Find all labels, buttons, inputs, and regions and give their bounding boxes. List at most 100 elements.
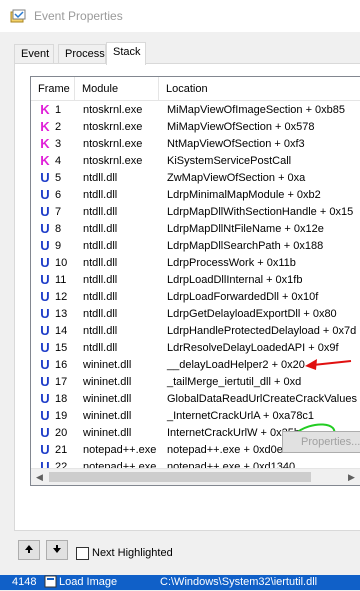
stack-frame-row[interactable]: U 6 ntdll.dll LdrpMinimalMapModule + 0xb2: [31, 187, 360, 204]
stack-frame-row[interactable]: K 3 ntoskrnl.exe NtMapViewOfSection + 0xf3: [31, 136, 360, 153]
frame-module: wininet.dll: [83, 359, 132, 371]
window-title: Event Properties: [34, 9, 123, 23]
tab-event[interactable]: Event: [14, 44, 54, 64]
stack-frame-row[interactable]: U 16 wininet.dll __delayLoadHelper2 + 0x20: [31, 357, 360, 374]
frame-module: ntdll.dll: [83, 223, 118, 235]
column-header-location[interactable]: Location: [159, 77, 360, 101]
frame-module: ntdll.dll: [83, 325, 118, 337]
user-frame-icon: U: [40, 187, 50, 202]
frame-number: 1: [55, 104, 62, 116]
frame-location: LdrpMapDllNtFileName + 0x12e: [167, 223, 324, 235]
frame-module: ntdll.dll: [83, 291, 118, 303]
frame-location: LdrpMinimalMapModule + 0xb2: [167, 189, 321, 201]
frame-number: 10: [55, 257, 68, 269]
stack-frame-row[interactable]: U 10 ntdll.dll LdrpProcessWork + 0x11b: [31, 255, 360, 272]
user-frame-icon: U: [40, 238, 50, 253]
event-operation: Load Image: [59, 576, 118, 588]
frame-number: 2: [55, 121, 62, 133]
frame-number: 15: [55, 342, 68, 354]
frame-number: 6: [55, 189, 62, 201]
stack-frame-row[interactable]: U 18 wininet.dll GlobalDataReadUrlCreateCra…: [31, 391, 360, 408]
frame-number: 8: [55, 223, 62, 235]
stack-frame-row[interactable]: K 4 ntoskrnl.exe KiSystemServicePostCall: [31, 153, 360, 170]
title-bar: Event Properties: [0, 0, 360, 32]
tab-stack[interactable]: Stack: [106, 42, 146, 65]
list-header: Frame Module Location: [31, 77, 360, 101]
frame-location: LdrpLoadForwardedDll + 0x10f: [167, 291, 319, 303]
frame-module: wininet.dll: [83, 410, 132, 422]
frame-number: 5: [55, 172, 62, 184]
user-frame-icon: U: [40, 425, 50, 440]
stack-frame-row[interactable]: U 9 ntdll.dll LdrpMapDllSearchPath + 0x188: [31, 238, 360, 255]
frame-module: ntdll.dll: [83, 308, 118, 320]
stack-frame-row[interactable]: U 15 ntdll.dll LdrResolveDelayLoadedAPI + 0…: [31, 340, 360, 357]
frame-number: 20: [55, 427, 68, 439]
frame-module: wininet.dll: [83, 427, 132, 439]
column-header-frame[interactable]: Frame: [31, 77, 75, 101]
user-frame-icon: U: [40, 323, 50, 338]
frame-number: 13: [55, 308, 68, 320]
frame-module: ntdll.dll: [83, 172, 118, 184]
frame-location: InternetCrackUrlW + 0x25b: [167, 427, 300, 439]
frame-module: ntdll.dll: [83, 342, 118, 354]
stack-frame-row[interactable]: U 7 ntdll.dll LdrpMapDllWithSectionHandle +…: [31, 204, 360, 221]
frame-number: 9: [55, 240, 62, 252]
frame-module: ntdll.dll: [83, 257, 118, 269]
column-header-module[interactable]: Module: [75, 77, 159, 101]
properties-button[interactable]: Properties...: [282, 431, 360, 453]
kernel-frame-icon: K: [40, 136, 50, 151]
frame-number: 11: [55, 274, 67, 286]
user-frame-icon: U: [40, 221, 50, 236]
frame-location: __delayLoadHelper2 + 0x20: [167, 359, 305, 371]
scroll-right-icon[interactable]: ▶: [343, 469, 360, 485]
stack-frame-row[interactable]: U 19 wininet.dll _InternetCrackUrlA + 0xa78…: [31, 408, 360, 425]
frame-module: ntoskrnl.exe: [83, 138, 143, 150]
previous-event-button[interactable]: [18, 540, 40, 560]
frame-number: 17: [55, 376, 68, 388]
stack-frame-row[interactable]: U 11 ntdll.dll LdrpLoadDllInternal + 0x1fb: [31, 272, 360, 289]
column-header-location-label: Location: [166, 83, 208, 95]
stack-frame-row[interactable]: U 12 ntdll.dll LdrpLoadForwardedDll + 0x10f: [31, 289, 360, 306]
process-monitor-icon: [10, 8, 26, 27]
stack-frame-row[interactable]: U 13 ntdll.dll LdrpGetDelayloadExportDll + …: [31, 306, 360, 323]
stack-frame-row[interactable]: U 8 ntdll.dll LdrpMapDllNtFileName + 0x12e: [31, 221, 360, 238]
frame-module: notepad++.exe: [83, 444, 157, 456]
horizontal-scrollbar[interactable]: ◀ ▶: [31, 468, 360, 485]
stack-rows: K 1 ntoskrnl.exe MiMapViewOfImageSection + …: [31, 102, 360, 476]
stack-frame-row[interactable]: U 17 wininet.dll _tailMerge_iertutil_dll + …: [31, 374, 360, 391]
up-arrow-icon: [24, 544, 34, 557]
stack-frame-row[interactable]: K 1 ntoskrnl.exe MiMapViewOfImageSection + …: [31, 102, 360, 119]
frame-location: GlobalDataReadUrlCreateCrackValues +: [167, 393, 360, 405]
scrollbar-thumb[interactable]: [49, 472, 311, 482]
kernel-frame-icon: K: [40, 102, 50, 117]
down-arrow-icon: [52, 544, 62, 557]
stack-frame-row[interactable]: U 14 ntdll.dll LdrpHandleProtectedDelayload…: [31, 323, 360, 340]
user-frame-icon: U: [40, 272, 50, 287]
stack-list[interactable]: Frame Module Location K 1 ntoskrnl.exe MiMa…: [30, 76, 360, 486]
frame-location: MiMapViewOfSection + 0x578: [167, 121, 315, 133]
frame-location: LdrpGetDelayloadExportDll + 0x80: [167, 308, 337, 320]
frame-module: ntdll.dll: [83, 206, 118, 218]
frame-location: notepad++.exe + 0xd0e74: [167, 444, 296, 456]
user-frame-icon: U: [40, 170, 50, 185]
frame-location: MiMapViewOfImageSection + 0xb85: [167, 104, 346, 116]
scroll-left-icon[interactable]: ◀: [31, 469, 48, 485]
frame-number: 18: [55, 393, 68, 405]
user-frame-icon: U: [40, 204, 50, 219]
frame-module: ntoskrnl.exe: [83, 155, 143, 167]
user-frame-icon: U: [40, 255, 50, 270]
user-frame-icon: U: [40, 442, 50, 457]
frame-module: ntoskrnl.exe: [83, 104, 143, 116]
frame-number: 3: [55, 138, 62, 150]
next-event-button[interactable]: [46, 540, 68, 560]
tab-process-label: Process: [65, 48, 105, 60]
tab-process[interactable]: Process: [58, 44, 106, 64]
frame-number: 19: [55, 410, 68, 422]
column-header-frame-label: Frame: [38, 83, 70, 95]
next-highlighted-checkbox[interactable]: [76, 547, 89, 560]
stack-frame-row[interactable]: K 2 ntoskrnl.exe MiMapViewOfSection + 0x578: [31, 119, 360, 136]
frame-location: NtMapViewOfSection + 0xf3: [167, 138, 305, 150]
frame-number: 21: [55, 444, 68, 456]
stack-frame-row[interactable]: U 5 ntdll.dll ZwMapViewOfSection + 0xa: [31, 170, 360, 187]
background-event-row[interactable]: 4148 Load Image C:\Windows\System32\iert…: [0, 575, 360, 590]
